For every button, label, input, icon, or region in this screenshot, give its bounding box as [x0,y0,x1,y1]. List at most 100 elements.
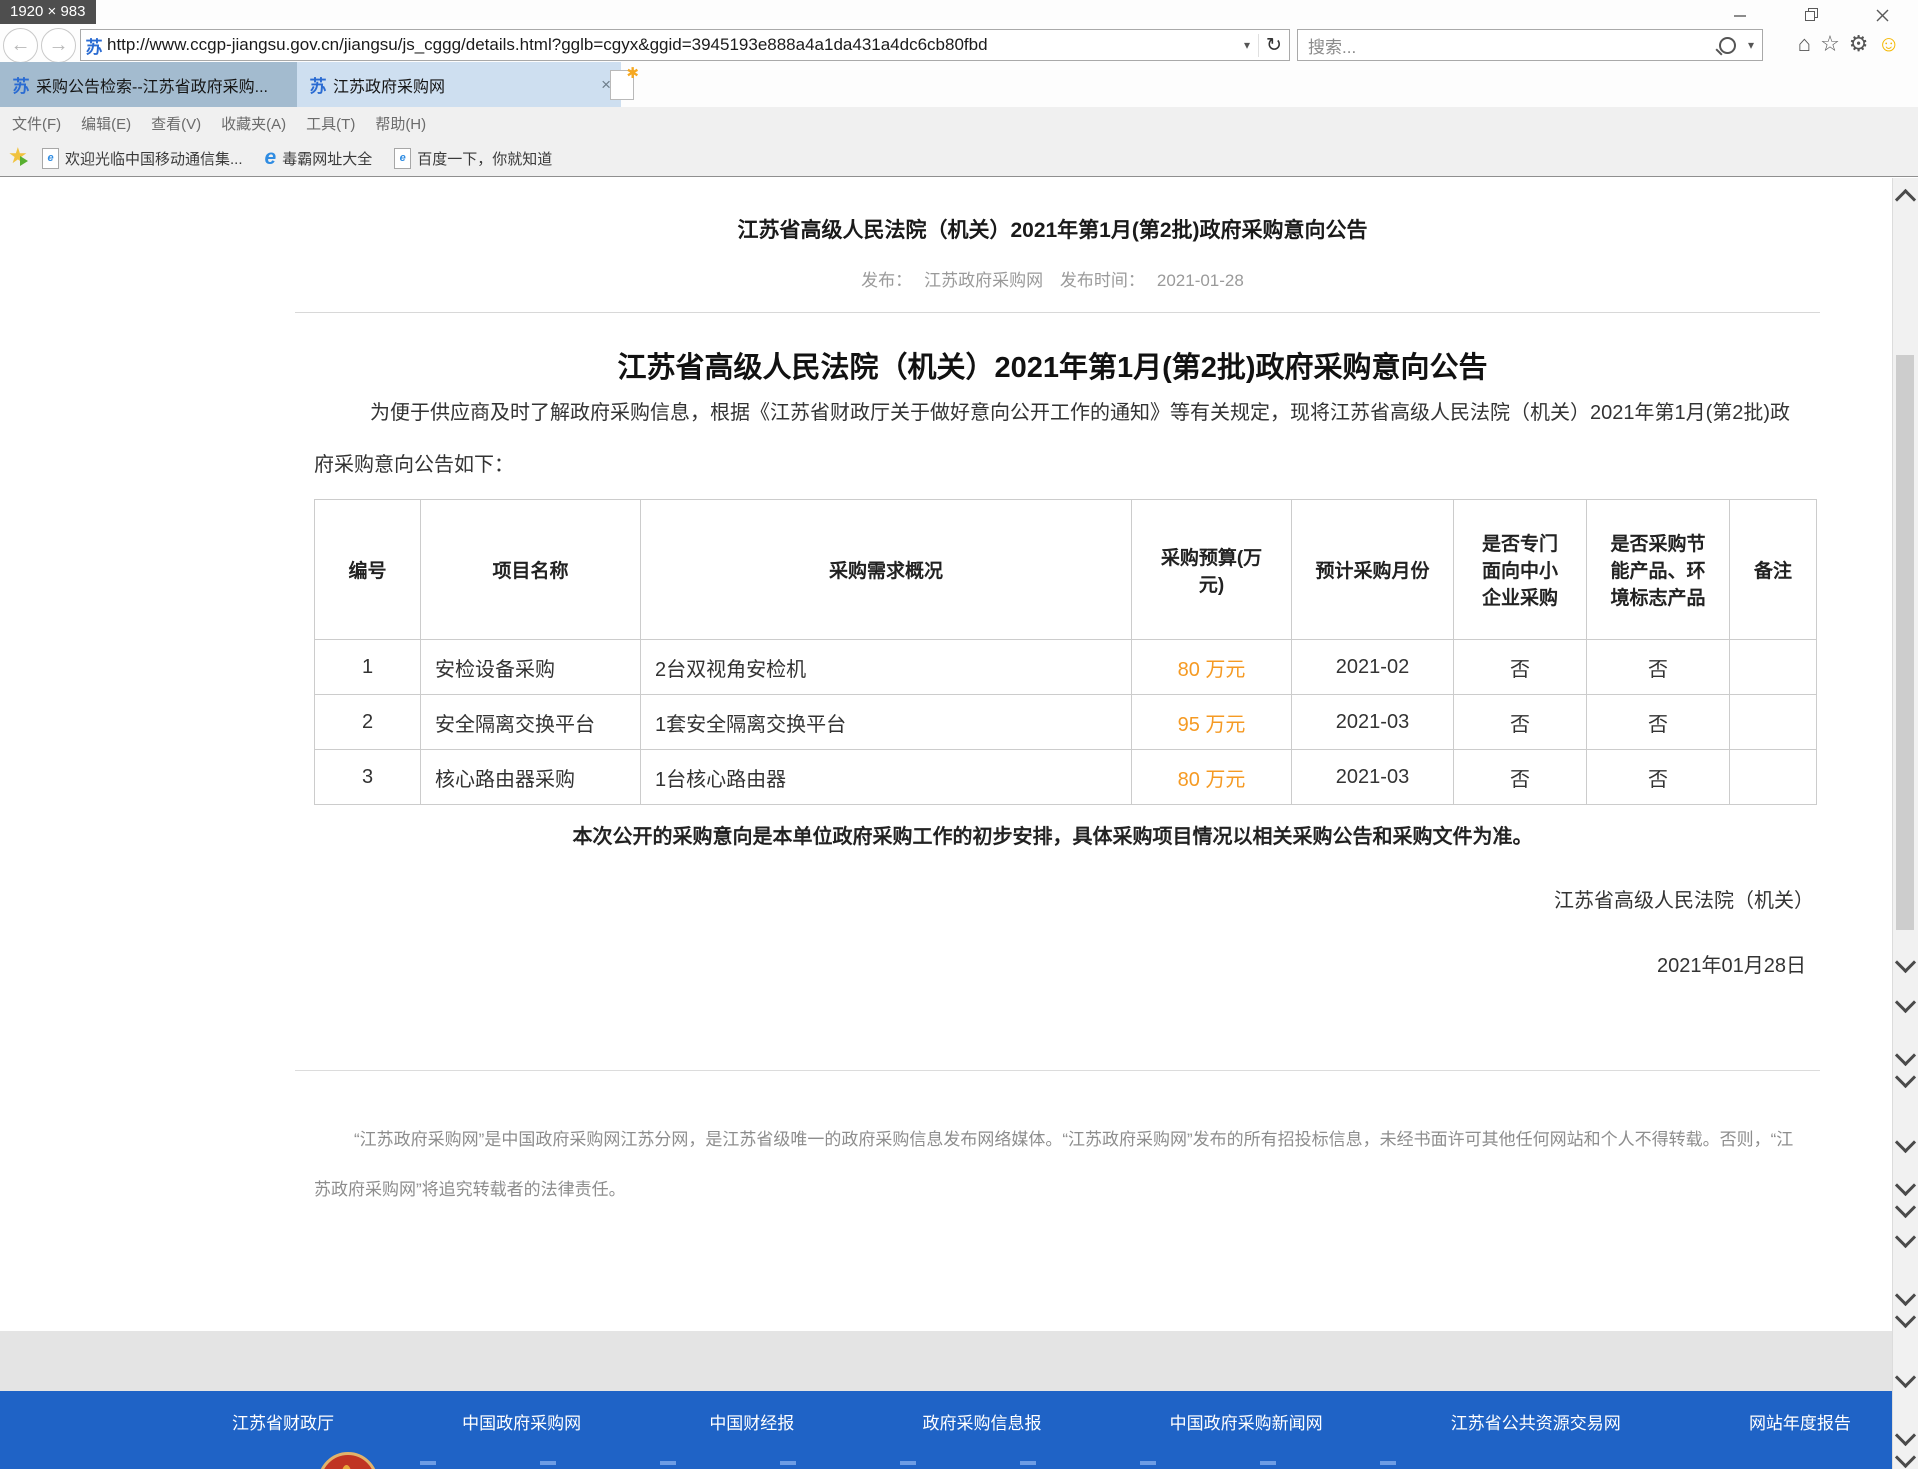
scroll-down-icon[interactable] [1895,1307,1916,1328]
cell-summary: 2台双视角安检机 [641,640,1132,695]
scroll-down-icon[interactable] [1895,1425,1916,1446]
feedback-smiley-icon[interactable]: ☺ [1878,30,1900,58]
column-header: 项目名称 [421,500,641,640]
publish-time: 2021-01-28 [1157,271,1244,290]
cell-budget: 95 万元 [1132,695,1292,750]
page-background-band [0,1331,1893,1391]
footer-link[interactable]: 政府采购信息报 [922,1409,1041,1434]
cell-no: 2 [315,695,421,750]
scroll-down-icon[interactable] [1895,1367,1916,1388]
cell-no: 1 [315,640,421,695]
menu-item[interactable]: 文件(F) [12,113,61,134]
column-header: 备注 [1730,500,1817,640]
publish-meta: 发布：江苏政府采购网 发布时间：2021-01-28 [223,266,1882,291]
procurement-table: 编号项目名称采购需求概况采购预算(万元)预计采购月份是否专门面向中小企业采购是否… [314,499,1817,805]
new-tab-button[interactable]: ✱ [610,70,634,100]
tab-jiangsu-gov-procurement[interactable]: 苏 江苏政府采购网 × [297,62,621,107]
footer-link[interactable]: 中国政府采购网 [462,1409,581,1434]
publisher-label: 发布： [861,271,912,290]
cell-budget: 80 万元 [1132,640,1292,695]
search-box[interactable]: 搜索... ▾ [1297,29,1763,61]
webpage-icon: e [42,148,59,169]
back-button[interactable]: ← [3,28,38,63]
search-input[interactable]: 搜索... [1298,33,1719,58]
divider [295,1070,1820,1071]
scroll-down-icon[interactable] [1895,952,1916,973]
address-bar[interactable]: 苏 http://www.ccgp-jiangsu.gov.cn/jiangsu… [80,29,1290,61]
cell-budget: 80 万元 [1132,750,1292,805]
scroll-down-icon[interactable] [1895,1067,1916,1088]
footer-link[interactable]: 江苏省财政厅 [232,1409,334,1434]
menu-item[interactable]: 帮助(H) [375,113,426,134]
favorite-item[interactable]: e 欢迎光临中国移动通信集... [42,148,243,169]
scroll-down-icon[interactable] [1895,1227,1916,1248]
table-header-row: 编号项目名称采购需求概况采购预算(万元)预计采购月份是否专门面向中小企业采购是否… [315,500,1817,640]
table-row: 1 安检设备采购 2台双视角安检机 80 万元 2021-02 否 否 [315,640,1817,695]
footer-link[interactable]: 中国政府采购新闻网 [1170,1409,1323,1434]
menu-bar: 文件(F) 编辑(E) 查看(V) 收藏夹(A) 工具(T) 帮助(H) [0,107,1918,140]
footer-link[interactable]: 网站年度报告 [1749,1409,1851,1434]
restore-icon[interactable] [1797,5,1827,25]
cell-sme: 否 [1454,750,1587,805]
cell-sme: 否 [1454,695,1587,750]
tab-bar: 苏 采购公告检索--江苏省政府采购... 苏 江苏政府采购网 × ✱ [0,62,1918,107]
favorite-item[interactable]: e百度一下，你就知道 [394,148,552,169]
cell-green: 否 [1587,695,1730,750]
column-header: 编号 [315,500,421,640]
home-icon[interactable]: ⌂ [1798,30,1811,58]
favorite-item[interactable]: e毒霸网址大全 [265,146,373,170]
cell-remark [1730,750,1817,805]
footer-link[interactable]: 中国财经报 [709,1409,794,1434]
cell-no: 3 [315,750,421,805]
cell-green: 否 [1587,640,1730,695]
url-text[interactable]: http://www.ccgp-jiangsu.gov.cn/jiangsu/j… [107,35,1236,55]
page-content: 江苏省高级人民法院（机关）2021年第1月(第2批)政府采购意向公告 发布： 江苏… [0,178,1918,1469]
scroll-down-icon[interactable] [1895,1132,1916,1153]
search-icon[interactable] [1719,37,1736,54]
ie-logo-icon: e [265,146,277,170]
scrollbar-thumb[interactable] [1896,355,1914,930]
favorites-icon[interactable]: ☆ [1820,30,1840,58]
procurement-table-body: 1 安检设备采购 2台双视角安检机 80 万元 2021-02 否 否 2 安全… [315,640,1817,805]
scroll-down-icon[interactable] [1895,1197,1916,1218]
forward-button[interactable]: → [41,28,76,63]
column-header: 预计采购月份 [1292,500,1454,640]
cell-remark [1730,640,1817,695]
column-header: 是否采购节能产品、环境标志产品 [1587,500,1730,640]
note-text: 本次公开的采购意向是本单位政府采购工作的初步安排，具体采购项目情况以相关采购公告… [223,820,1882,849]
menu-item[interactable]: 查看(V) [151,113,201,134]
scroll-down-icon[interactable] [1895,1045,1916,1066]
tab-close-icon[interactable]: × [593,75,611,95]
cell-project-name: 安检设备采购 [421,640,641,695]
announcement-heading: 江苏省高级人民法院（机关）2021年第1月(第2批)政府采购意向公告 [223,344,1882,386]
footer-secondary-row [420,1461,1480,1465]
scroll-down-icon[interactable] [1895,1175,1916,1196]
publish-time-label: 发布时间： [1060,271,1145,290]
favorite-label: 欢迎光临中国移动通信集... [65,148,243,169]
cell-summary: 1台核心路由器 [641,750,1132,805]
settings-gear-icon[interactable]: ⚙ [1849,30,1869,58]
site-footer: 江苏省财政厅 中国政府采购网 中国财经报 政府采购信息报 中国政府采购新闻网 江苏省公共资… [0,1391,1893,1469]
announcement-card: 江苏省高级人民法院（机关）2021年第1月(第2批)政府采购意向公告 发布：江苏… [223,178,1882,1331]
address-dropdown-icon[interactable]: ▾ [1236,38,1258,52]
tab-procurement-search[interactable]: 苏 采购公告检索--江苏省政府采购... [0,62,317,107]
scroll-up-icon[interactable] [1895,189,1916,210]
menu-item[interactable]: 编辑(E) [81,113,131,134]
scroll-down-icon[interactable] [1895,1447,1916,1468]
scroll-down-icon[interactable] [1895,1285,1916,1306]
vertical-scrollbar[interactable] [1892,178,1918,1469]
column-header: 采购需求概况 [641,500,1132,640]
refresh-icon[interactable]: ↻ [1258,34,1289,57]
favorite-label: 百度一下，你就知道 [417,148,552,169]
new-tab-star-icon: ✱ [626,64,639,82]
minimize-icon[interactable] [1725,5,1755,25]
search-dropdown-icon[interactable]: ▾ [1740,38,1762,52]
scroll-down-icon[interactable] [1895,992,1916,1013]
add-favorite-icon[interactable]: ★ [8,146,32,170]
favorite-label: 毒霸网址大全 [282,148,372,169]
menu-item[interactable]: 工具(T) [306,113,355,134]
cell-project-name: 核心路由器采购 [421,750,641,805]
footer-link[interactable]: 江苏省公共资源交易网 [1451,1409,1621,1434]
menu-item[interactable]: 收藏夹(A) [221,113,286,134]
close-icon[interactable] [1867,5,1897,25]
